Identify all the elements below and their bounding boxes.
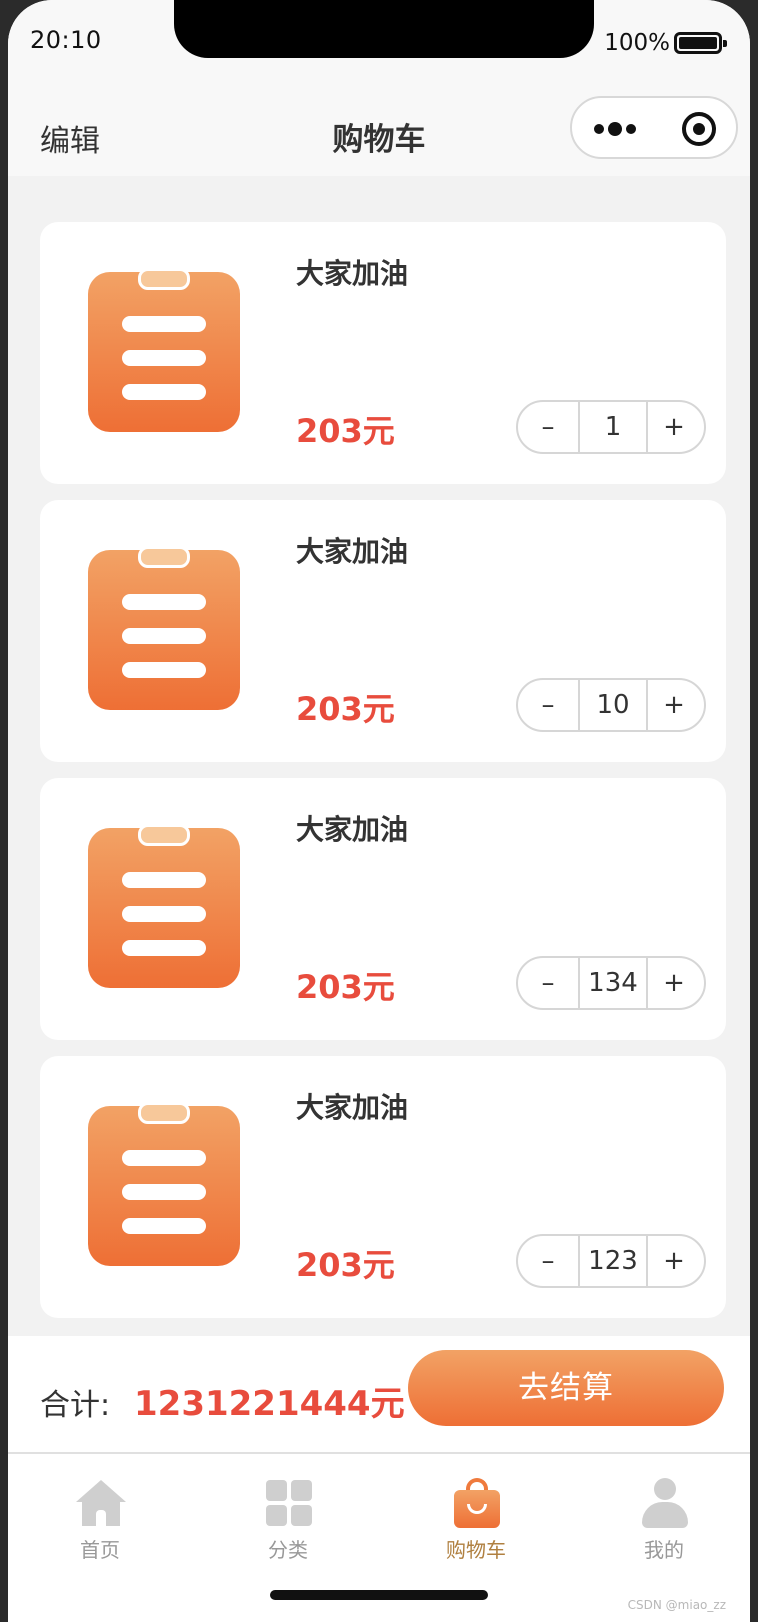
total-amount: 1231221444元 — [134, 1384, 405, 1424]
home-icon — [76, 1478, 126, 1528]
product-image — [88, 268, 240, 432]
profile-icon — [640, 1478, 690, 1528]
cart-bag-icon — [452, 1478, 502, 1528]
tab-label: 我的 — [644, 1538, 684, 1562]
checkout-button[interactable]: 去结算 — [408, 1350, 724, 1426]
navigation-bar: 编辑 购物车 — [8, 80, 750, 176]
cart-list: 大家加油 203元 – 1 + 大家加油 203元 – 10 + 大家加油 20… — [8, 176, 750, 1336]
status-time: 20:10 — [30, 26, 102, 54]
increase-button[interactable]: + — [644, 680, 704, 730]
cart-item: 大家加油 203元 – 1 + — [40, 222, 726, 484]
tab-category[interactable]: 分类 — [208, 1468, 368, 1562]
product-name: 大家加油 — [296, 535, 409, 568]
increase-button[interactable]: + — [644, 958, 704, 1008]
product-price: 203元 — [296, 412, 395, 450]
clipboard-icon — [88, 1102, 240, 1266]
close-target-icon[interactable] — [682, 112, 716, 146]
phone-screen: 20:10 100% 编辑 购物车 大家加油 203元 – 1 + 大家加油 2… — [8, 0, 750, 1622]
quantity-value[interactable]: 10 — [578, 680, 648, 730]
watermark: CSDN @miao_zz — [627, 1598, 726, 1612]
quantity-stepper: – 123 + — [516, 1234, 706, 1288]
product-image — [88, 1102, 240, 1266]
quantity-stepper: – 1 + — [516, 400, 706, 454]
quantity-value[interactable]: 1 — [578, 402, 648, 452]
cart-item: 大家加油 203元 – 134 + — [40, 778, 726, 1040]
product-price: 203元 — [296, 1246, 395, 1284]
tab-home[interactable]: 首页 — [20, 1468, 180, 1562]
cart-item: 大家加油 203元 – 10 + — [40, 500, 726, 762]
product-price: 203元 — [296, 690, 395, 728]
more-icon[interactable] — [594, 122, 638, 136]
product-image — [88, 824, 240, 988]
decrease-button[interactable]: – — [518, 680, 578, 730]
quantity-value[interactable]: 123 — [578, 1236, 648, 1286]
total-label: 合计: — [40, 1388, 111, 1423]
tab-profile[interactable]: 我的 — [584, 1468, 744, 1562]
cart-item: 大家加油 203元 – 123 + — [40, 1056, 726, 1318]
increase-button[interactable]: + — [644, 402, 704, 452]
clipboard-icon — [88, 268, 240, 432]
decrease-button[interactable]: – — [518, 958, 578, 1008]
status-bar: 20:10 100% — [8, 0, 750, 80]
clipboard-icon — [88, 824, 240, 988]
increase-button[interactable]: + — [644, 1236, 704, 1286]
decrease-button[interactable]: – — [518, 402, 578, 452]
quantity-value[interactable]: 134 — [578, 958, 648, 1008]
device-frame: 20:10 100% 编辑 购物车 大家加油 203元 – 1 + 大家加油 2… — [0, 0, 758, 1622]
notch — [174, 0, 594, 58]
product-name: 大家加油 — [296, 257, 409, 290]
decrease-button[interactable]: – — [518, 1236, 578, 1286]
tab-label: 分类 — [268, 1538, 308, 1562]
checkout-bar: 合计: 1231221444元 去结算 — [8, 1336, 750, 1454]
battery-icon — [674, 32, 727, 54]
battery-percentage: 100% — [604, 30, 670, 56]
clipboard-icon — [88, 546, 240, 710]
quantity-stepper: – 10 + — [516, 678, 706, 732]
product-image — [88, 546, 240, 710]
product-name: 大家加油 — [296, 813, 409, 846]
product-price: 203元 — [296, 968, 395, 1006]
product-name: 大家加油 — [296, 1091, 409, 1124]
category-icon — [264, 1478, 314, 1528]
tab-label: 首页 — [80, 1538, 120, 1562]
quantity-stepper: – 134 + — [516, 956, 706, 1010]
tab-cart[interactable]: 购物车 — [396, 1468, 556, 1562]
home-indicator — [270, 1590, 488, 1600]
miniprogram-capsule — [570, 96, 738, 159]
capsule-divider — [656, 116, 657, 142]
tab-label: 购物车 — [446, 1538, 506, 1562]
